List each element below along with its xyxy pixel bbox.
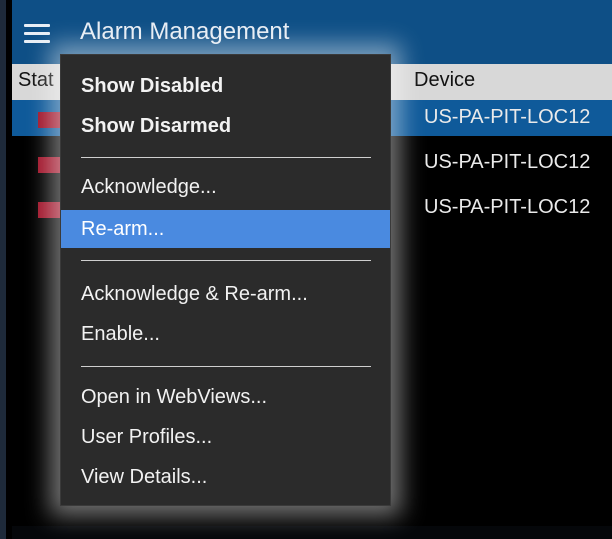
device-cell: US-PA-PIT-LOC12 <box>424 196 591 218</box>
status-bar <box>12 526 612 539</box>
device-cell: US-PA-PIT-LOC12 <box>424 151 591 173</box>
context-menu: Show Disabled Show Disarmed Acknowledge.… <box>60 54 391 506</box>
menu-separator <box>81 260 371 261</box>
menu-item-open-webviews[interactable]: Open in WebViews... <box>61 378 390 416</box>
menu-separator <box>81 366 371 367</box>
menu-separator <box>81 157 371 158</box>
column-header-status[interactable]: Stat <box>18 69 54 92</box>
menu-item-view-details[interactable]: View Details... <box>61 458 390 496</box>
column-header-device[interactable]: Device <box>414 69 475 92</box>
hamburger-icon[interactable] <box>24 24 50 44</box>
device-cell: US-PA-PIT-LOC12 <box>424 106 591 128</box>
menu-item-acknowledge-rearm[interactable]: Acknowledge & Re-arm... <box>61 275 390 313</box>
menu-item-show-disabled[interactable]: Show Disabled <box>61 67 390 105</box>
menu-item-rearm[interactable]: Re-arm... <box>61 210 390 248</box>
menu-item-show-disarmed[interactable]: Show Disarmed <box>61 107 390 145</box>
menu-item-enable[interactable]: Enable... <box>61 315 390 353</box>
menu-item-user-profiles[interactable]: User Profiles... <box>61 418 390 456</box>
menu-item-acknowledge[interactable]: Acknowledge... <box>61 168 390 206</box>
window-title: Alarm Management <box>80 18 290 45</box>
